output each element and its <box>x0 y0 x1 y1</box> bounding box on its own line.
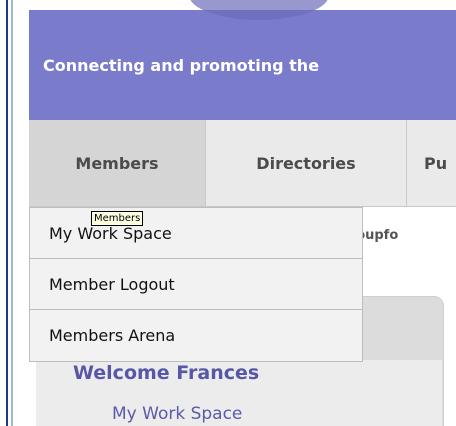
menu-item-members-arena[interactable]: Members Arena <box>30 310 362 361</box>
nav-tab-members[interactable]: Members <box>29 120 206 206</box>
menu-item-my-work-space[interactable]: My Work Space <box>30 208 362 259</box>
banner-tagline: Connecting and promoting the <box>43 56 320 75</box>
page: Connecting and promoting the Members Dir… <box>0 0 456 426</box>
nav-tab-pu[interactable]: Pu <box>407 120 456 206</box>
workspace-link[interactable]: My Work Space <box>112 404 242 424</box>
main-nav: Members Directories Pu <box>29 120 456 207</box>
banner-glow <box>189 0 329 20</box>
menu-item-member-logout[interactable]: Member Logout <box>30 259 362 310</box>
window-margin <box>13 0 29 426</box>
members-dropdown-menu: My Work Space Member Logout Members Aren… <box>29 207 363 362</box>
tooltip: Members <box>91 211 144 226</box>
welcome-heading: Welcome Frances <box>73 362 260 384</box>
nav-tab-directories[interactable]: Directories <box>206 120 407 206</box>
